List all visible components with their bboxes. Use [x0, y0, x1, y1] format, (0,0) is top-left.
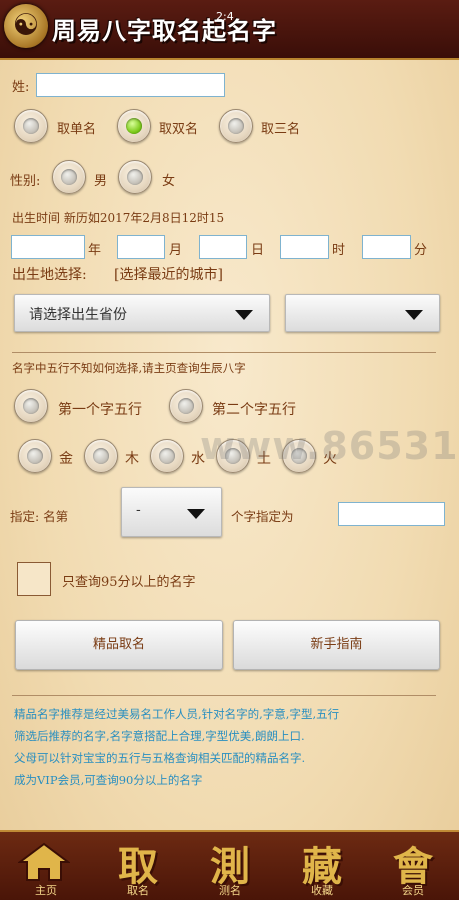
chevron-down-icon: [405, 310, 423, 320]
radio-dot: [23, 118, 39, 134]
minute-unit-label: 分: [414, 243, 428, 258]
score-filter-checkbox[interactable]: [17, 562, 51, 596]
tab-favorites[interactable]: 藏 收藏: [276, 832, 368, 900]
radio-dot: [23, 398, 39, 414]
radio-dot-selected: [126, 118, 142, 134]
radio-double-name[interactable]: [117, 109, 151, 143]
day-unit-label: 日: [251, 243, 265, 258]
char-index-select-value: -: [136, 502, 141, 518]
province-select-value: 请选择出生省份: [29, 307, 127, 323]
label-triple-name: 取三名: [261, 122, 301, 137]
radio-dot: [127, 169, 143, 185]
assigned-element-input[interactable]: [338, 502, 445, 526]
radio-dot: [159, 448, 175, 464]
score-filter-label: 只查询95分以上的名字: [62, 575, 196, 590]
radio-element-water[interactable]: [150, 439, 184, 473]
label-first-char-element: 第一个字五行: [58, 402, 142, 418]
birth-hour-input[interactable]: [280, 235, 329, 259]
radio-female[interactable]: [118, 160, 152, 194]
recent-city-link[interactable]: [选择最近的城市]: [114, 264, 223, 284]
city-select[interactable]: [285, 294, 440, 332]
tab-naming-label: 取名: [127, 884, 149, 897]
label-double-name: 取双名: [159, 122, 199, 137]
label-second-char-element: 第二个字五行: [212, 402, 296, 418]
month-unit-label: 月: [169, 243, 183, 258]
radio-dot: [93, 448, 109, 464]
tab-favorites-label: 收藏: [311, 884, 333, 897]
radio-dot: [61, 169, 77, 185]
assign-suffix-label: 个字指定为: [231, 509, 294, 524]
birth-minute-input[interactable]: [362, 235, 411, 259]
premium-naming-button[interactable]: 精品取名: [15, 620, 223, 670]
radio-second-char-element[interactable]: [169, 389, 203, 423]
info-text: 精品名字推荐是经过美易名工作人员,针对名字的,字意,字型,五行 筛选后推荐的名字…: [14, 703, 438, 791]
info-line: 筛选后推荐的名字,名字意搭配上合理,字型优美,朗朗上口.: [14, 729, 305, 743]
radio-dot: [27, 448, 43, 464]
site-watermark: www.86531.cn: [200, 424, 459, 468]
chevron-down-icon: [187, 509, 205, 519]
radio-single-name[interactable]: [14, 109, 48, 143]
wuxing-hint: 名字中五行不知如何选择,请主页查询生辰八字: [12, 361, 246, 375]
char-index-select[interactable]: -: [121, 487, 222, 537]
surname-label: 姓:: [12, 80, 30, 95]
image-counter: 2:4: [216, 10, 234, 23]
info-line: 精品名字推荐是经过美易名工作人员,针对名字的,字意,字型,五行: [14, 707, 340, 721]
radio-first-char-element[interactable]: [14, 389, 48, 423]
birthplace-label: 出生地选择:: [12, 267, 87, 283]
app-title: 周易八字取名起名字: [52, 17, 277, 45]
label-female: 女: [162, 174, 176, 189]
gender-label: 性别:: [10, 174, 41, 189]
app-header: 周易八字取名起名字 2:4: [0, 0, 459, 60]
label-single-name: 取单名: [57, 122, 97, 137]
radio-dot: [228, 118, 244, 134]
assign-prefix-label: 指定: 名第: [10, 509, 69, 524]
radio-element-wood[interactable]: [84, 439, 118, 473]
birth-month-input[interactable]: [117, 235, 165, 259]
chevron-down-icon: [235, 310, 253, 320]
birth-day-input[interactable]: [199, 235, 247, 259]
bottom-tab-bar: 主页 取 取名 測 测名 藏 收藏 會 会员: [0, 830, 459, 900]
tab-home[interactable]: 主页: [0, 832, 92, 900]
taiji-logo-icon: [4, 4, 48, 48]
info-line: 父母可以针对宝宝的五行与五格查询相关匹配的精品名字.: [14, 751, 306, 765]
tab-name-test[interactable]: 測 测名: [184, 832, 276, 900]
radio-element-metal[interactable]: [18, 439, 52, 473]
tab-home-label: 主页: [35, 884, 57, 897]
radio-triple-name[interactable]: [219, 109, 253, 143]
tab-member-label: 会员: [402, 884, 424, 897]
year-unit-label: 年: [88, 243, 102, 258]
surname-input[interactable]: [36, 73, 225, 97]
tab-member[interactable]: 會 会员: [367, 832, 459, 900]
home-icon: [18, 842, 70, 881]
birth-time-hint: 出生时间 新历如2017年2月8日12时15: [12, 211, 225, 225]
radio-male[interactable]: [52, 160, 86, 194]
beginner-guide-button[interactable]: 新手指南: [233, 620, 440, 670]
label-male: 男: [94, 174, 108, 189]
divider: [12, 352, 436, 353]
province-select[interactable]: 请选择出生省份: [14, 294, 270, 332]
hour-unit-label: 时: [332, 243, 346, 258]
divider: [12, 695, 436, 696]
label-element-metal: 金: [59, 451, 73, 467]
info-line: 成为VIP会员,可查询90分以上的名字: [14, 773, 203, 787]
tab-naming[interactable]: 取 取名: [92, 832, 184, 900]
radio-dot: [178, 398, 194, 414]
tab-name-test-label: 测名: [219, 884, 241, 897]
birth-year-input[interactable]: [11, 235, 85, 259]
label-element-wood: 木: [125, 451, 139, 467]
